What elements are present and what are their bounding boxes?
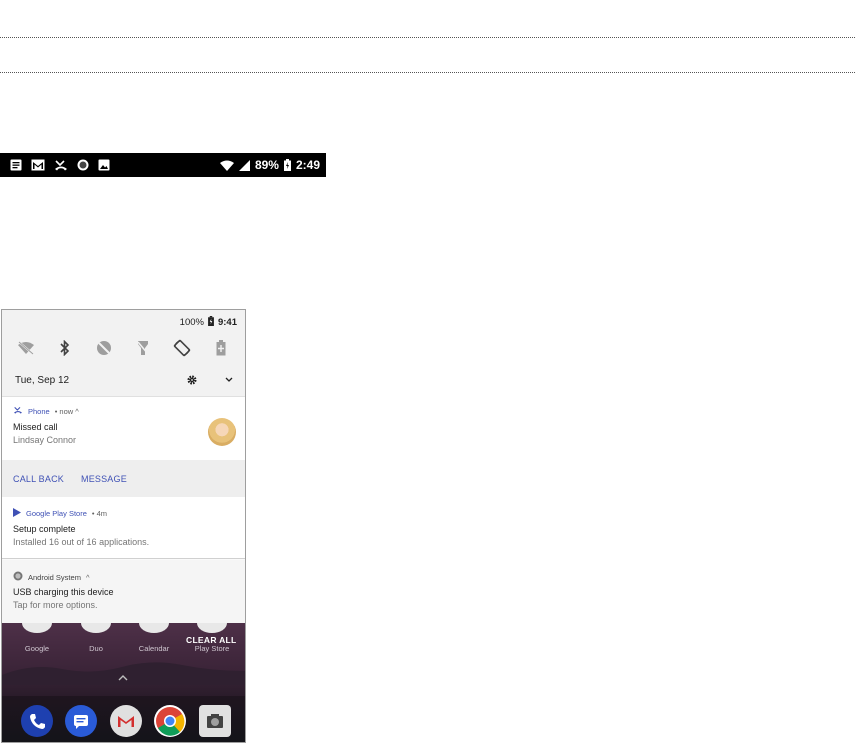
- shade-battery-percent: 100%: [179, 317, 204, 328]
- home-screen: Google Duo Calendar Play Store CLEAR ALL: [2, 623, 245, 742]
- notification-system-header: Android System ^: [13, 571, 89, 583]
- image-icon: [98, 159, 110, 171]
- battery-charging-icon: [283, 159, 291, 171]
- phone-small-icon: [13, 406, 23, 416]
- app-label-google: Google: [24, 644, 50, 653]
- call-back-button[interactable]: CALL BACK: [13, 474, 64, 484]
- dotted-divider-top: [0, 37, 855, 38]
- android-system-icon: [13, 571, 23, 583]
- messages-app-icon[interactable]: [65, 705, 97, 737]
- duo-app-icon[interactable]: [81, 623, 111, 633]
- battery-saver-icon[interactable]: [210, 337, 232, 359]
- wifi-icon: [219, 160, 234, 171]
- notes-icon: [10, 159, 22, 171]
- camera-app-icon[interactable]: [199, 705, 231, 737]
- dnd-icon[interactable]: [93, 337, 115, 359]
- app-label-duo: Duo: [89, 644, 103, 653]
- notification-subtitle: Tap for more options.: [13, 600, 98, 610]
- bluetooth-icon[interactable]: [54, 337, 76, 359]
- gear-icon[interactable]: [187, 375, 197, 385]
- clear-all-button[interactable]: CLEAR ALL: [186, 635, 237, 645]
- notification-title: Setup complete: [13, 524, 76, 534]
- app-label-calendar: Calendar: [138, 644, 170, 653]
- notification-title: USB charging this device: [13, 587, 114, 597]
- date-row: Tue, Sep 12: [2, 372, 245, 388]
- shade-clock: 9:41: [217, 317, 237, 328]
- chevron-up-icon[interactable]: [118, 668, 128, 686]
- clock: 2:49: [295, 158, 320, 172]
- notification-app-name: Google Play Store: [26, 509, 87, 518]
- battery-charging-icon: [208, 316, 214, 329]
- play-store-small-icon: [13, 508, 21, 519]
- play-store-app-icon[interactable]: [197, 623, 227, 633]
- notification-app-name: Android System: [28, 572, 81, 582]
- google-app-icon[interactable]: [22, 623, 52, 633]
- wifi-off-icon[interactable]: [15, 337, 37, 359]
- signal-icon: [238, 159, 250, 171]
- auto-rotate-icon[interactable]: [171, 337, 193, 359]
- notification-meta: ^: [85, 572, 90, 582]
- phone-app-icon[interactable]: [21, 705, 53, 737]
- shade-status-bar: 100% 9:41: [180, 316, 237, 329]
- chevron-down-icon[interactable]: [225, 375, 233, 386]
- notification-meta: • 4m: [91, 509, 108, 518]
- notification-subtitle: Lindsay Connor: [13, 435, 77, 445]
- notification-app-name: Phone: [28, 406, 50, 416]
- app-label-play-store: Play Store: [194, 644, 230, 653]
- phone-screenshot: 100% 9:41 Tue, Sep 12 Phone • now ^ Miss…: [1, 309, 246, 743]
- quick-settings-row: [2, 337, 245, 359]
- notification-title: Missed call: [13, 422, 58, 432]
- message-button[interactable]: MESSAGE: [81, 474, 127, 484]
- gmail-app-icon[interactable]: [110, 705, 142, 737]
- notification-actions: CALL BACK MESSAGE: [2, 460, 245, 497]
- quick-settings-panel: 100% 9:41 Tue, Sep 12: [2, 310, 245, 396]
- battery-percent: 89%: [254, 158, 279, 172]
- avatar: [208, 418, 236, 446]
- notification-phone-header: Phone • now ^: [13, 406, 79, 416]
- gmail-icon: [31, 159, 45, 171]
- date-label: Tue, Sep 12: [15, 374, 70, 386]
- flashlight-icon[interactable]: [132, 337, 154, 359]
- calendar-app-icon[interactable]: [139, 623, 169, 633]
- notification-subtitle: Installed 16 out of 16 applications.: [13, 537, 150, 547]
- notification-play-header: Google Play Store • 4m: [13, 508, 107, 519]
- notification-meta: • now ^: [54, 406, 79, 416]
- circle-icon: [77, 159, 89, 171]
- chrome-app-icon[interactable]: [154, 705, 186, 737]
- dock: [2, 696, 245, 742]
- status-bar: 89% 2:49: [0, 153, 326, 177]
- missed-call-icon: [54, 159, 68, 171]
- dotted-divider-bottom: [0, 72, 855, 73]
